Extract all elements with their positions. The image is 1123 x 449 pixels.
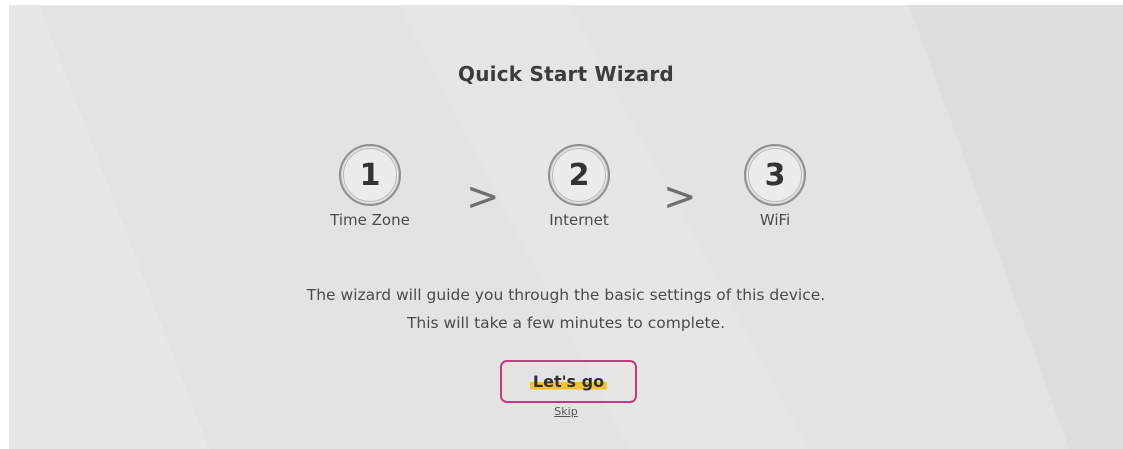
step-internet: 2 Internet	[519, 144, 639, 229]
wizard-panel: Quick Start Wizard 1 Time Zone > 2 Inter…	[9, 5, 1123, 449]
lets-go-label: Let's go	[529, 372, 608, 391]
step-2-label: Internet	[549, 211, 609, 229]
step-time-zone: 1 Time Zone	[310, 144, 430, 229]
chevron-right-icon: >	[466, 174, 500, 220]
description-line-2: This will take a few minutes to complete…	[406, 314, 726, 332]
step-wifi: 3 WiFi	[715, 144, 835, 229]
step-3-label: WiFi	[759, 211, 791, 229]
page-title: Quick Start Wizard	[458, 62, 674, 86]
step-2-number: 2	[552, 148, 606, 202]
step-3-number: 3	[748, 148, 802, 202]
chevron-right-icon: >	[663, 174, 697, 220]
lets-go-button[interactable]: Let's go	[500, 360, 637, 403]
step-1-label: Time Zone	[330, 211, 410, 229]
step-2-circle: 2	[548, 144, 610, 206]
step-1-circle: 1	[339, 144, 401, 206]
skip-link[interactable]: Skip	[9, 405, 1123, 418]
step-1-number: 1	[343, 148, 397, 202]
description-line-1: The wizard will guide you through the ba…	[306, 286, 826, 304]
step-3-circle: 3	[744, 144, 806, 206]
